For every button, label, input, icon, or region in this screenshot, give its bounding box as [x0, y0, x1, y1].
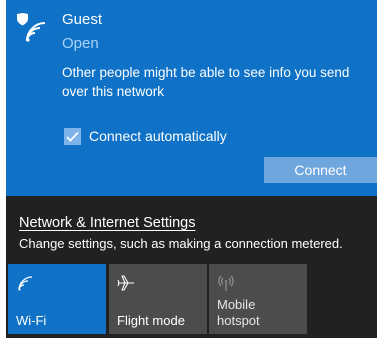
connect-button[interactable]: Connect: [264, 157, 377, 183]
airplane-icon: [117, 275, 134, 291]
connect-automatically-label: Connect automatically: [89, 128, 227, 144]
quick-action-label: Mobile hotspot: [217, 297, 260, 328]
network-settings-link[interactable]: Network & Internet Settings: [19, 215, 196, 231]
network-warning-text: Other people might be able to see info y…: [62, 65, 350, 99]
network-flyout: Guest Open Other people might be able to…: [6, 0, 377, 338]
checkmark-icon: [66, 131, 79, 142]
network-status: Open: [62, 35, 99, 52]
hotspot-icon: [218, 275, 234, 291]
wifi-icon: [18, 276, 33, 291]
connect-automatically-checkbox[interactable]: [64, 127, 81, 145]
wifi-secured-shield-icon: [17, 13, 46, 42]
network-card-guest[interactable]: Guest Open Other people might be able to…: [6, 0, 377, 196]
quick-action-label: Wi-Fi: [16, 313, 47, 328]
quick-action-wifi[interactable]: Wi-Fi: [8, 264, 106, 334]
network-name: Guest: [62, 11, 103, 28]
quick-action-mobile-hotspot[interactable]: Mobile hotspot: [209, 264, 307, 334]
quick-action-flight-mode[interactable]: Flight mode: [109, 264, 207, 334]
network-settings-description: Change settings, such as making a connec…: [19, 236, 343, 251]
quick-action-label: Flight mode: [117, 313, 185, 328]
connect-automatically-row[interactable]: Connect automatically: [64, 126, 227, 146]
